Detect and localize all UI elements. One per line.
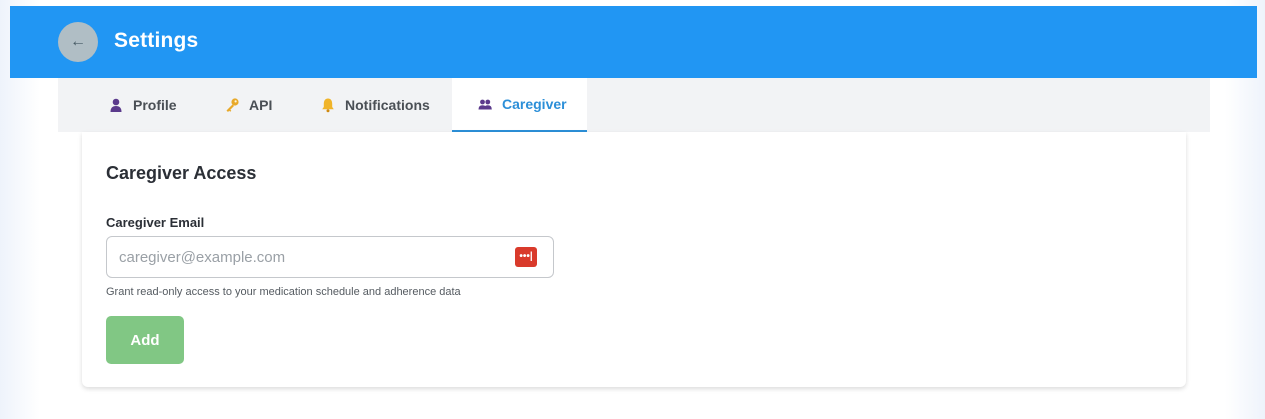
tab-caregiver[interactable]: Caregiver bbox=[452, 78, 587, 132]
tab-api[interactable]: API bbox=[200, 78, 298, 132]
page-title: Settings bbox=[114, 29, 199, 52]
back-button[interactable]: ← bbox=[58, 22, 98, 62]
people-icon bbox=[477, 96, 493, 112]
key-icon bbox=[224, 97, 240, 113]
tab-label: Caregiver bbox=[502, 96, 567, 112]
caregiver-email-hint: Grant read-only access to your medicatio… bbox=[106, 286, 461, 298]
settings-tabs: Profile API Notifications Caregiver bbox=[58, 78, 1210, 132]
settings-page: ← Settings Profile API Notifications Car… bbox=[0, 0, 1265, 419]
caregiver-access-card: Caregiver Access Caregiver Email •••| Gr… bbox=[82, 132, 1186, 387]
tab-notifications[interactable]: Notifications bbox=[298, 78, 452, 132]
caregiver-email-label: Caregiver Email bbox=[106, 215, 205, 230]
tab-label: API bbox=[249, 97, 273, 113]
app-header: ← Settings bbox=[10, 6, 1257, 78]
bell-icon bbox=[320, 97, 336, 113]
section-title: Caregiver Access bbox=[106, 163, 257, 183]
password-manager-icon[interactable]: •••| bbox=[515, 247, 537, 267]
arrow-left-icon: ← bbox=[70, 33, 86, 50]
tab-profile[interactable]: Profile bbox=[58, 78, 200, 132]
caregiver-email-field-wrapper: •••| bbox=[106, 236, 554, 278]
tab-label: Notifications bbox=[345, 97, 430, 113]
tab-label: Profile bbox=[133, 97, 177, 113]
caregiver-email-input[interactable] bbox=[107, 237, 521, 277]
add-caregiver-button[interactable]: Add bbox=[106, 316, 184, 364]
person-icon bbox=[108, 97, 124, 113]
password-manager-glyph: •••| bbox=[519, 251, 533, 262]
